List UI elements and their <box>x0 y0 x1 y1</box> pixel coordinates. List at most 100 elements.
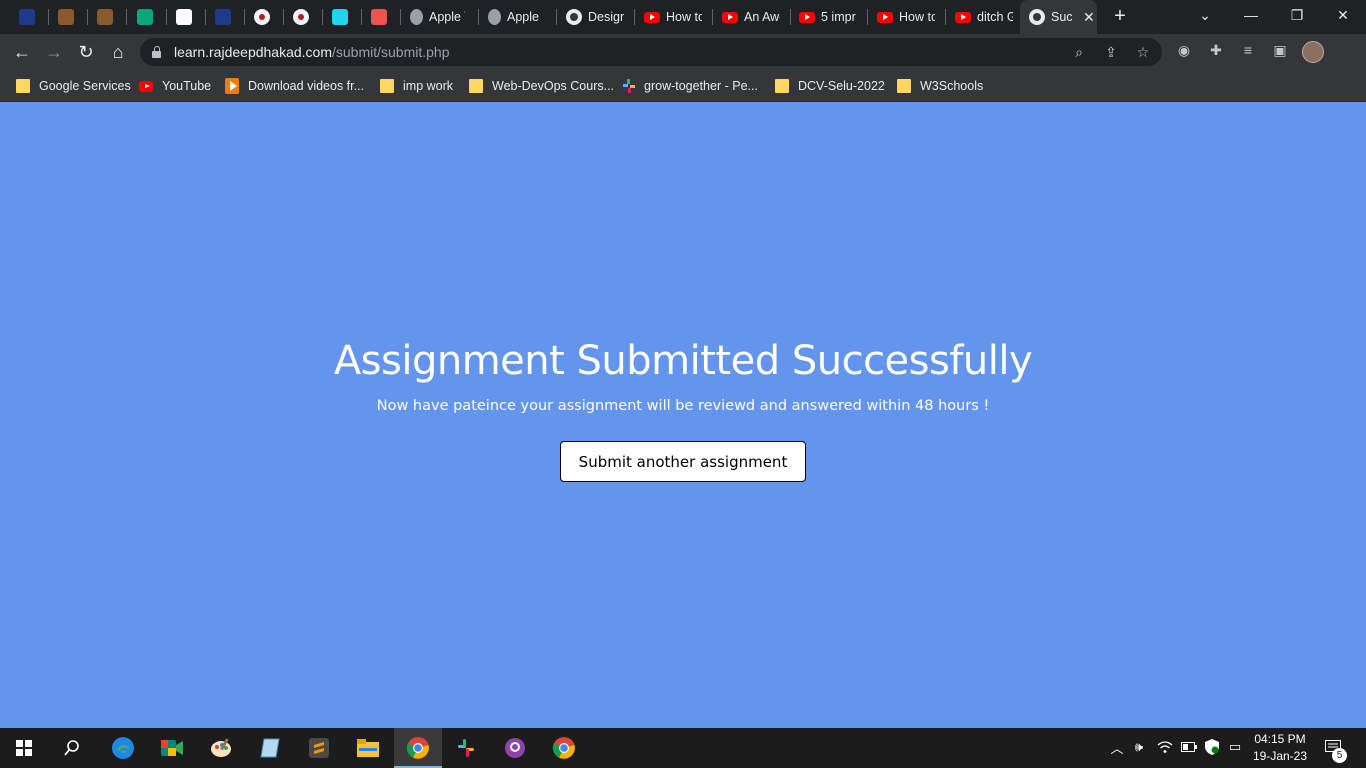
close-window-button[interactable]: ✕ <box>1320 0 1366 30</box>
tab-6[interactable] <box>245 0 284 34</box>
address-bar[interactable]: learn.rajdeepdhakad.com/submit/submit.ph… <box>140 38 1162 66</box>
media-control-icon[interactable]: ≡ <box>1238 40 1258 60</box>
restore-button[interactable]: ❐ <box>1274 0 1320 30</box>
url-path: /submit/submit.php <box>332 44 450 60</box>
cube-icon <box>332 9 348 25</box>
bookmarks-bar: Google Services YouTube Download videos fr… <box>0 70 1366 102</box>
side-panel-icon[interactable]: ▣ <box>1270 40 1290 60</box>
bookmark-star-icon[interactable]: ☆ <box>1133 42 1153 62</box>
google-meet-icon[interactable] <box>158 734 186 762</box>
show-hidden-icons-chevron-icon[interactable]: ︿ <box>1108 738 1126 756</box>
bookmark-item[interactable]: Web-DevOps Cours... <box>469 77 614 95</box>
tab-strip: Apple \ Apple (Design How to An Awe 5 impr Ho… <box>0 0 1366 34</box>
apple-icon <box>488 9 501 25</box>
bookmark-label: YouTube <box>162 79 212 93</box>
bookmark-item[interactable]: DCV-Selu-2022 <box>775 77 885 95</box>
tab-label: Apple ( <box>507 10 543 24</box>
tab-3[interactable] <box>128 0 167 34</box>
tab-12[interactable]: Design <box>557 0 635 34</box>
youtube-icon <box>139 80 153 92</box>
tab-15[interactable]: 5 impr <box>790 0 868 34</box>
tab-11[interactable]: Apple ( <box>479 0 557 34</box>
tab-5[interactable] <box>206 0 245 34</box>
app-icon-blue <box>215 9 231 25</box>
slack-icon[interactable] <box>452 734 480 762</box>
close-tab-icon[interactable]: ✕ <box>1083 9 1095 26</box>
tab-label: ditch G <box>977 10 1013 24</box>
apple-icon <box>410 9 423 25</box>
chrome-icon[interactable] <box>404 734 432 762</box>
paint-icon[interactable] <box>207 734 235 762</box>
bookmark-label: DCV-Selu-2022 <box>798 79 885 93</box>
device-icon[interactable]: ▭ <box>1226 738 1244 756</box>
tab-label: An Awe <box>744 10 780 24</box>
bookmark-item[interactable]: Download videos fr... <box>225 77 364 95</box>
minimize-button[interactable]: — <box>1228 0 1274 30</box>
chrome-icon-secondary[interactable] <box>550 734 578 762</box>
zoom-icon[interactable]: ⌕ <box>1069 42 1089 62</box>
back-button[interactable]: ← <box>10 40 34 64</box>
speaker-icon[interactable]: 🕪 <box>1130 738 1148 756</box>
new-tab-button[interactable]: + <box>1109 5 1131 27</box>
share-icon[interactable]: ⇪ <box>1101 42 1121 62</box>
tab-10[interactable]: Apple \ <box>401 0 479 34</box>
bookmark-item[interactable]: Google Services <box>16 77 131 95</box>
tab-17[interactable]: ditch G <box>946 0 1024 34</box>
avatar-icon <box>254 9 270 25</box>
windows-taskbar: ︿ 🕪 ▭ 04:15 PM 19-Jan-23 5 <box>0 728 1366 768</box>
file-explorer-icon[interactable] <box>354 734 382 762</box>
globe-icon <box>566 9 582 25</box>
profile-avatar[interactable] <box>1302 41 1324 63</box>
tab-search-button[interactable]: ⌄ <box>1182 0 1228 30</box>
bookmark-item[interactable]: grow-together - Pe... <box>621 77 758 95</box>
notes-icon[interactable] <box>256 734 284 762</box>
battery-icon[interactable] <box>1180 738 1198 756</box>
taskbar-clock[interactable]: 04:15 PM 19-Jan-23 <box>1246 731 1314 765</box>
tab-1[interactable] <box>49 0 88 34</box>
page-title: Assignment Submitted Successfully <box>333 338 1033 384</box>
tab-label: Apple \ <box>429 10 465 24</box>
tab-4[interactable] <box>167 0 206 34</box>
tab-18[interactable]: Suc ✕ <box>1020 0 1097 34</box>
windows-start-icon[interactable] <box>10 734 38 762</box>
url-text[interactable]: learn.rajdeepdhakad.com/submit/submit.ph… <box>174 44 450 60</box>
tab-separator <box>126 9 127 25</box>
clock-date: 19-Jan-23 <box>1252 749 1308 763</box>
bookmark-label: Google Services <box>39 79 131 93</box>
bookmark-item[interactable]: YouTube <box>139 77 211 95</box>
url-host: learn.rajdeepdhakad.com <box>174 44 332 60</box>
notification-count-badge: 5 <box>1332 748 1347 763</box>
download-icon <box>225 78 239 94</box>
tab-label: How to <box>666 10 702 24</box>
youtube-icon <box>644 11 660 23</box>
youtube-icon <box>877 11 893 23</box>
tab-13[interactable]: How to <box>635 0 713 34</box>
search-icon[interactable] <box>58 734 86 762</box>
github-desktop-icon[interactable] <box>501 734 529 762</box>
reload-button[interactable]: ↻ <box>74 40 98 64</box>
forward-button[interactable]: → <box>42 40 66 64</box>
tab-7[interactable] <box>284 0 323 34</box>
security-shield-icon[interactable] <box>1203 738 1221 756</box>
camera-extension-icon[interactable]: ◉ <box>1174 40 1194 60</box>
sublime-text-icon[interactable] <box>305 734 333 762</box>
extensions-puzzle-icon[interactable]: ✚ <box>1206 40 1226 60</box>
browser-toolbar: ← → ↻ ⌂ learn.rajdeepdhakad.com/submit/s… <box>0 34 1366 70</box>
tab-16[interactable]: How to <box>868 0 946 34</box>
tab-2[interactable] <box>88 0 127 34</box>
bookmark-item[interactable]: imp work <box>380 77 453 95</box>
wifi-icon[interactable] <box>1156 738 1174 756</box>
bookmark-app-icon-brown <box>97 9 113 25</box>
tab-9[interactable] <box>362 0 401 34</box>
lock-icon[interactable] <box>152 46 161 58</box>
tab-14[interactable]: An Awe <box>713 0 791 34</box>
tab-8[interactable] <box>323 0 362 34</box>
tab-0[interactable] <box>10 0 49 34</box>
folder-icon <box>897 79 911 93</box>
submit-another-assignment-button[interactable]: Submit another assignment <box>560 441 806 482</box>
home-button[interactable]: ⌂ <box>106 40 130 64</box>
globe-icon <box>1029 9 1045 25</box>
bookmark-label: Download videos fr... <box>248 79 365 93</box>
edge-browser-icon[interactable] <box>109 734 137 762</box>
bookmark-item[interactable]: W3Schools <box>897 77 983 95</box>
